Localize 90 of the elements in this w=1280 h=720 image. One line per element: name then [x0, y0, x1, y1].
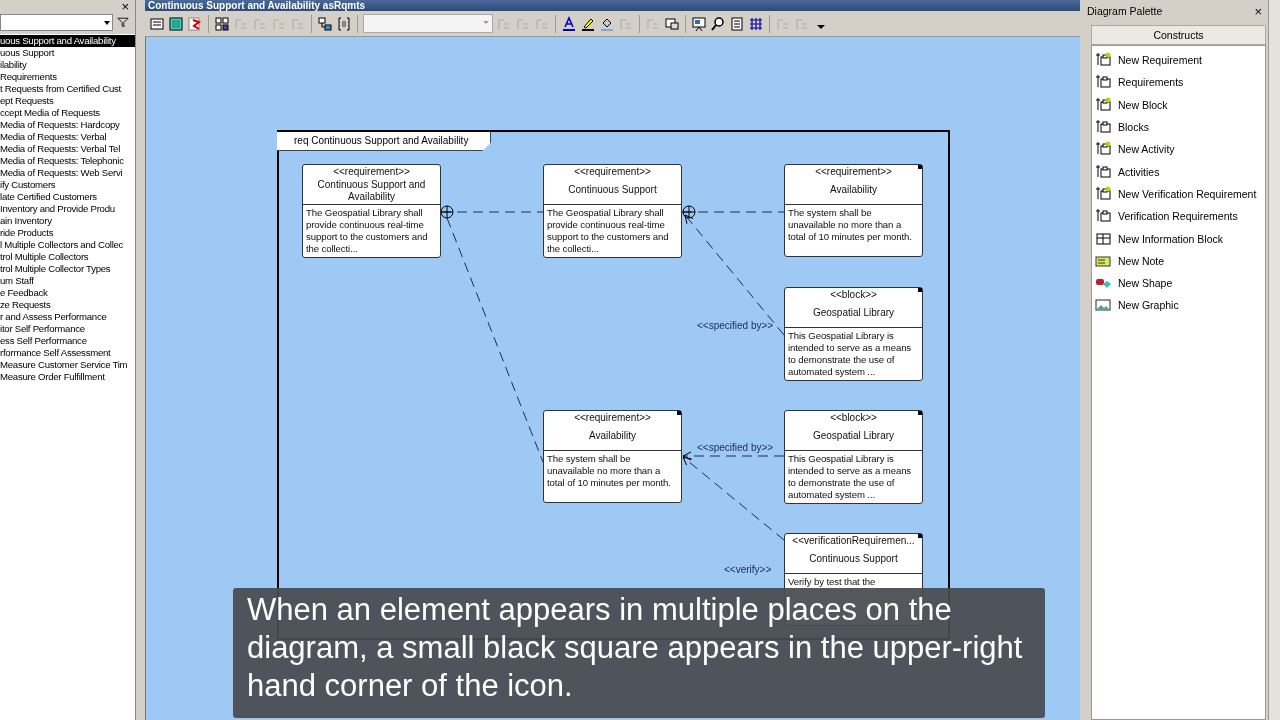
palette-title: Diagram Palette — [1087, 5, 1163, 17]
diagram-node[interactable]: <<block>> Geospatial Library This Geospatial Library is intended to serve as a means to demonstrate the use of automated system ... — [784, 410, 923, 504]
palette-item[interactable]: New Graphic — [1118, 299, 1179, 312]
node-name: Continuous Support — [809, 553, 898, 565]
palette-item[interactable]: Verification Requirements — [1118, 210, 1238, 223]
stereotype-label: <<requirement>> — [574, 166, 651, 178]
node-description: This Geospatial Library is intended to serve as a means to demonstrate the use of automated system ... — [787, 452, 913, 502]
node-description: The Geospatial Library shall provide continuous real-time support to the customers and the collecti... — [305, 206, 429, 256]
tree-item[interactable]: itor Self Performance — [0, 323, 135, 335]
grid-icon[interactable] — [748, 15, 764, 32]
panel-icon[interactable] — [168, 15, 184, 32]
tree-icon[interactable] — [214, 15, 230, 32]
screen-icon[interactable] — [691, 15, 707, 32]
tree-item[interactable]: Media of Requests: Telephonic — [0, 155, 135, 167]
tree-item[interactable]: Measure Customer Service Tim — [0, 359, 135, 371]
tree-item[interactable]: ze Requests — [0, 299, 135, 311]
tree-item[interactable]: Media of Requests: Verbal — [0, 131, 135, 143]
stereotype-label: <<requirement>> — [815, 166, 892, 178]
tree-item[interactable]: rformance Self Assessment — [0, 347, 135, 359]
diagram-node[interactable]: <<requirement>> Availability The system shall be unavailable no more than a total of 10 minutes per month. — [784, 164, 923, 257]
tree-item[interactable]: ept Requests — [0, 95, 135, 107]
stereotype-label: <<verificationRequiremen... — [792, 535, 915, 547]
tree-item[interactable]: l Multiple Collectors and Collec — [0, 239, 135, 251]
node-name: Geospatial Library — [812, 307, 895, 319]
node-name: Geospatial Library — [812, 430, 895, 442]
diagram-node[interactable]: <<requirement>> Availability The system shall be unavailable no more than a total of 10 minutes per month. — [543, 410, 682, 503]
document-icon[interactable] — [149, 15, 165, 32]
palette-item[interactable]: New Verification Requirement — [1118, 187, 1257, 200]
stereotype-label: <<block>> — [830, 412, 877, 424]
palette-item[interactable]: New Information Block — [1118, 232, 1224, 245]
caption: When an element appears in multiple places on the diagram, a small black square appears in the upper-right hand corner of the icon. — [233, 588, 1045, 718]
node-description: The Geospatial Library shall provide continuous real-time support to the customers and the collecti... — [546, 206, 670, 256]
stereotype-label: <<requirement>> — [574, 412, 651, 424]
edge-label: <<verify>> — [724, 564, 772, 576]
tree-item[interactable]: t Requests from Certified Cust — [0, 83, 135, 95]
node-description: Verify by test that the — [787, 575, 877, 589]
tree-item[interactable]: trol Multiple Collector Types — [0, 263, 135, 275]
stereotype-label: <<requirement>> — [333, 166, 410, 178]
palette-item[interactable]: Requirements — [1118, 76, 1184, 89]
tree-item[interactable]: trol Multiple Collectors — [0, 251, 135, 263]
node-name: Availability — [829, 184, 878, 196]
palette-item[interactable]: New Requirement — [1118, 54, 1203, 67]
diagram-node[interactable]: <<block>> Geospatial Library This Geospatial Library is intended to serve as a means to demonstrate the use of automated system ... — [784, 287, 923, 381]
tree-item[interactable]: Media of Requests: Hardcopy — [0, 119, 135, 131]
tree-item[interactable]: e Feedback — [0, 287, 135, 299]
palette-item[interactable]: New Block — [1118, 98, 1168, 111]
tree-item[interactable]: late Certified Customers — [0, 191, 135, 203]
tree-item[interactable]: uous Support and Availability — [0, 35, 135, 47]
node-name: Continuous Support and Availability — [316, 179, 427, 203]
font-color-icon[interactable] — [561, 15, 577, 32]
tree-item[interactable]: Measure Order Fulfillment — [0, 371, 135, 383]
node-description: The system shall be unavailable no more than a total of 10 minutes per month. — [787, 206, 913, 244]
tree-item[interactable]: ilability — [0, 59, 135, 71]
tree-item[interactable]: Requirements — [0, 71, 135, 83]
squiggle-icon[interactable] — [187, 15, 203, 32]
palette-item[interactable]: New Shape — [1118, 277, 1173, 290]
tree-item[interactable]: ride Products — [0, 227, 135, 239]
tree-item[interactable]: um Staff — [0, 275, 135, 287]
tree-item[interactable]: Media of Requests: Web Servi — [0, 167, 135, 179]
node-description: This Geospatial Library is intended to serve as a means to demonstrate the use of automated system ... — [787, 329, 913, 379]
node-name: Availability — [588, 430, 637, 442]
frame-label: req Continuous Support and Availability — [277, 132, 492, 151]
close-button[interactable]: × — [115, 0, 135, 13]
bracket-icon[interactable] — [336, 15, 352, 32]
tree-item[interactable]: ess Self Performance — [0, 335, 135, 347]
window-title: Continuous Support and Availability asRqmts — [145, 0, 1080, 11]
node-name: Continuous Support — [568, 184, 657, 196]
tree-item[interactable]: r and Assess Performance — [0, 311, 135, 323]
diagram-node[interactable]: <<requirement>> Continuous Support The Geospatial Library shall provide continuous real-time support to the customers and the collecti... — [543, 164, 682, 258]
tree-item[interactable]: uous Support — [0, 47, 135, 59]
list-icon[interactable] — [729, 15, 745, 32]
edge-label: <<specified by>> — [697, 320, 774, 332]
tree-item[interactable]: ccept Media of Requests — [0, 107, 135, 119]
palette-item[interactable]: Activities — [1118, 165, 1160, 178]
search-icon[interactable] — [710, 15, 726, 32]
palette-item[interactable]: New Activity — [1118, 143, 1175, 156]
palette-item[interactable]: New Note — [1118, 254, 1165, 267]
edge-label: <<specified by>> — [697, 442, 774, 454]
tree-item[interactable]: Media of Requests: Verbal Tel — [0, 143, 135, 155]
node-description: The system shall be unavailable no more than a total of 10 minutes per month. — [546, 452, 672, 490]
section-header[interactable]: Constructs — [1091, 25, 1266, 45]
tree-item[interactable]: Inventory and Provide Produ — [0, 203, 135, 215]
stereotype-label: <<block>> — [830, 289, 877, 301]
tree-item[interactable]: ify Customers — [0, 179, 135, 191]
tree-item[interactable]: ain Inventory — [0, 215, 135, 227]
hierarchy-icon[interactable] — [317, 15, 333, 32]
filter-dropdown[interactable] — [0, 14, 113, 31]
close-button[interactable]: × — [1248, 4, 1268, 18]
diagram-node[interactable]: <<requirement>> Continuous Support and Availability The Geospatial Library shall provide continuous real-time support to the customers and the collecti... — [302, 164, 441, 258]
palette-item[interactable]: Blocks — [1118, 121, 1149, 134]
